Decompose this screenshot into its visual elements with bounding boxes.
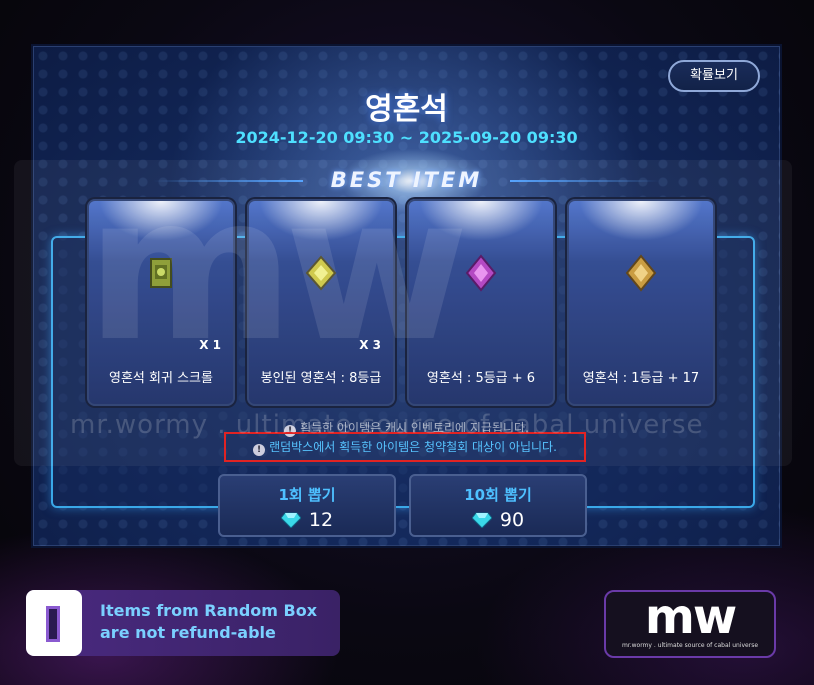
draw-10-button[interactable]: 10회 뽑기 90 bbox=[409, 474, 587, 537]
page-title: 영혼석 bbox=[365, 92, 448, 127]
draw-cost-value: 90 bbox=[499, 509, 525, 531]
note-line-2: are not refund-able bbox=[100, 623, 276, 642]
gem-icon bbox=[471, 512, 492, 528]
logo-subtitle: mr.wormy . ultimate source of cabal univ… bbox=[621, 642, 759, 649]
draw-cost-value: 12 bbox=[308, 509, 334, 531]
watermark-text: mr.wormy . ultimate source of cabal univ… bbox=[70, 410, 704, 440]
refund-note: Items from Random Box are not refund-abl… bbox=[26, 590, 340, 656]
note-badge-icon bbox=[26, 590, 82, 656]
gem-icon bbox=[280, 512, 301, 528]
draw-label: 1회 뽑기 bbox=[278, 486, 336, 504]
draw-1-button[interactable]: 1회 뽑기 12 bbox=[218, 474, 396, 537]
note-line-1: Items from Random Box bbox=[100, 601, 318, 620]
draw-label: 10회 뽑기 bbox=[464, 486, 532, 504]
brand-logo: mw mr.wormy . ultimate source of cabal u… bbox=[604, 590, 776, 658]
logo-mark: mw bbox=[644, 589, 737, 645]
event-period: 2024-12-20 09:30 ~ 2025-09-20 09:30 bbox=[235, 128, 578, 147]
watermark-logo: mw bbox=[86, 153, 469, 386]
